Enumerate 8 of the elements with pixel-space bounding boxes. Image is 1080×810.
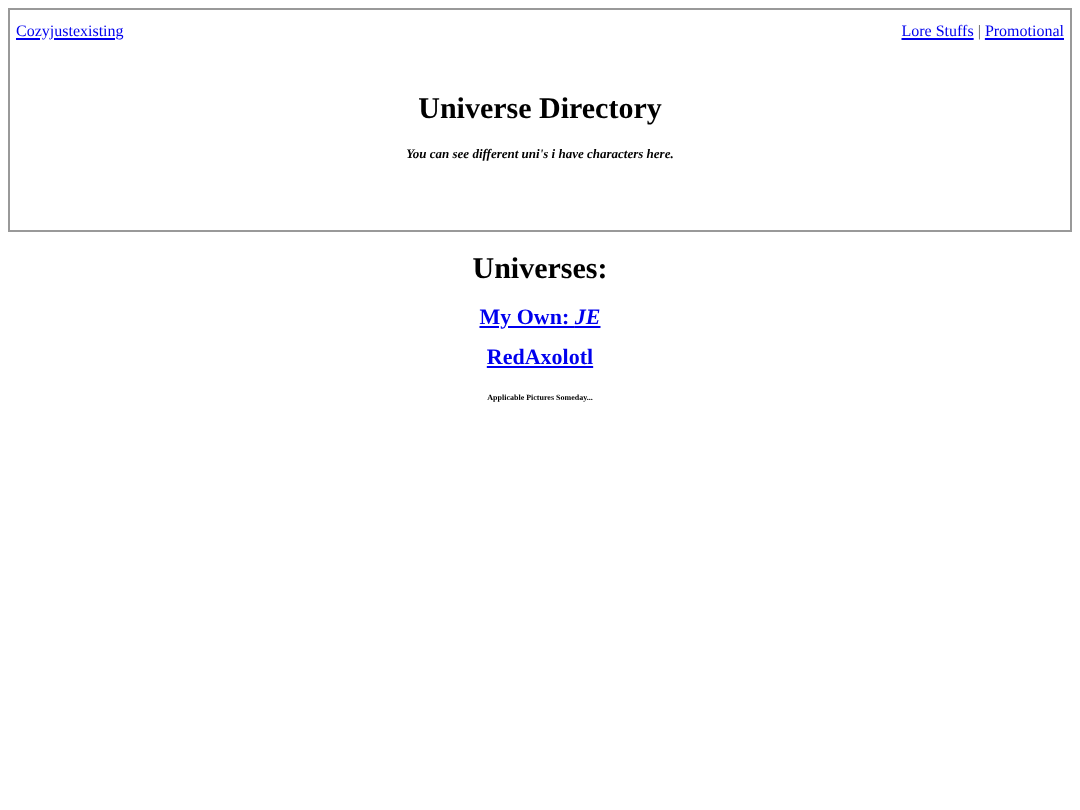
universe-link[interactable]: RedAxolotl — [486, 342, 594, 375]
page-title: Universe Directory — [416, 92, 664, 130]
nav-separator: | — [977, 20, 981, 44]
nav-link[interactable]: Lore Stuffs — [901, 20, 974, 44]
section-heading: Universes: — [470, 252, 610, 290]
universe-link[interactable]: My Own: JE — [479, 301, 601, 334]
home-link[interactable]: Cozyjustexisting — [16, 20, 124, 44]
nav-link[interactable]: Promotional — [984, 20, 1064, 44]
